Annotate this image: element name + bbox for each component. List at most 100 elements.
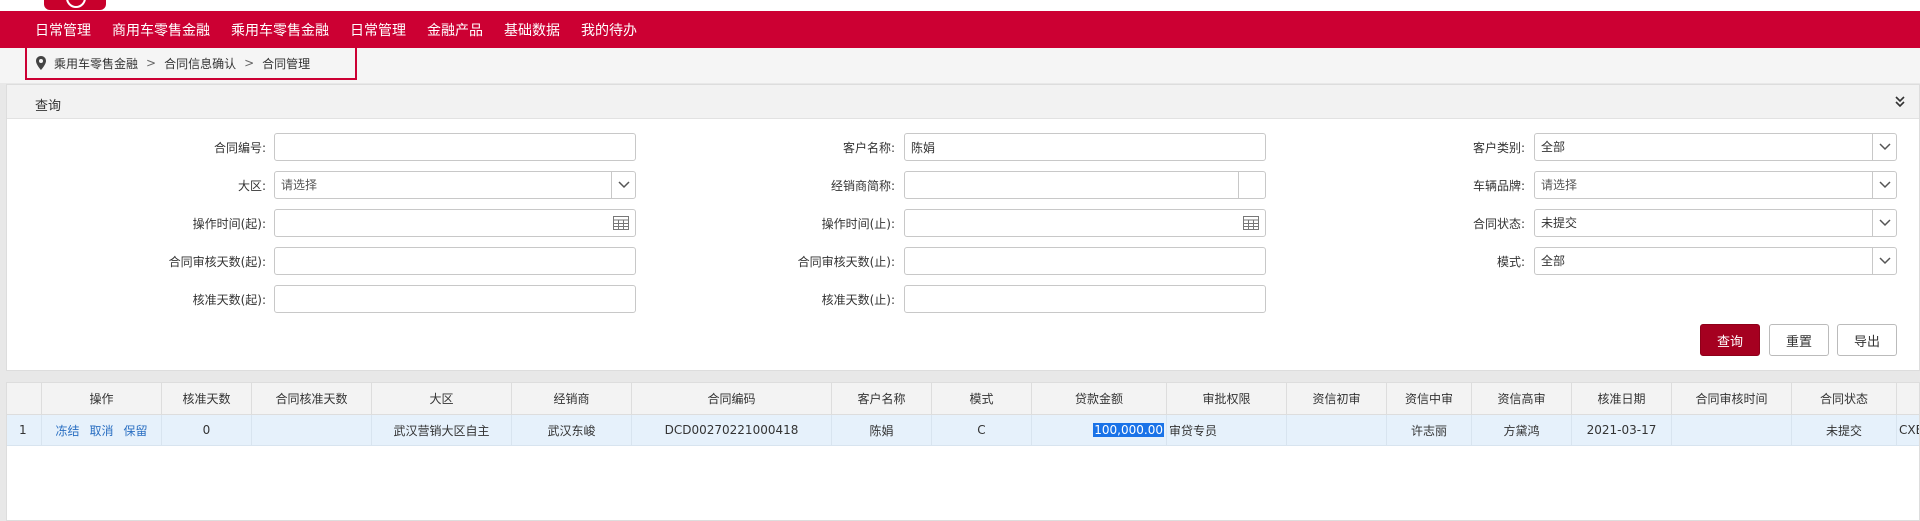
cell-region: 武汉营销大区自主 — [372, 415, 512, 445]
approve-days-start-input[interactable] — [274, 285, 636, 313]
header-cell[interactable]: 合同审核时间 — [1672, 383, 1792, 414]
customer-name-label: 客户名称: — [842, 141, 895, 155]
contract-status-select-value: 未提交 — [1541, 216, 1578, 230]
freeze-link[interactable]: 冻结 — [55, 422, 79, 439]
review-days-end-input[interactable] — [904, 247, 1266, 275]
header-cell[interactable]: 客户名称 — [832, 383, 932, 414]
contract-no-input[interactable] — [274, 133, 636, 161]
region-select[interactable]: 请选择 — [274, 171, 636, 199]
op-time-end-input[interactable] — [904, 209, 1266, 237]
row-index: 1 — [7, 415, 42, 445]
cell-mode: C — [932, 415, 1032, 445]
customer-type-select[interactable]: 全部 — [1534, 133, 1897, 161]
chevron-down-icon[interactable] — [1872, 210, 1896, 236]
breadcrumb-separator: > — [146, 56, 157, 70]
location-pin-icon — [36, 56, 46, 70]
contract-table: 操作 核准天数 合同核准天数 大区 经销商 合同编码 客户名称 模式 贷款金额 … — [6, 382, 1920, 521]
header-index — [7, 383, 42, 414]
query-panel-header: 查询 — [7, 85, 1919, 119]
header-cell[interactable]: 模式 — [932, 383, 1032, 414]
customer-name-input[interactable] — [904, 133, 1266, 161]
chevron-down-icon[interactable] — [1872, 172, 1896, 198]
op-time-end-label: 操作时间(止): — [821, 217, 895, 231]
review-days-start-label: 合同审核天数(起): — [168, 255, 266, 269]
breadcrumb: 乘用车零售金融 > 合同信息确认 > 合同管理 — [25, 46, 357, 80]
cell-credit-first — [1287, 415, 1387, 445]
nav-item-basic-data[interactable]: 基础数据 — [504, 20, 560, 40]
export-button[interactable]: 导出 — [1837, 324, 1897, 356]
table-row[interactable]: 1 冻结 取消 保留 0 武汉营销大区自主 武汉东峻 DCD0027022100… — [7, 415, 1919, 446]
approve-days-start-label: 核准天数(起): — [192, 293, 266, 307]
nav-item-daily-2[interactable]: 日常管理 — [350, 20, 406, 40]
top-strip — [0, 0, 1920, 11]
region-label: 大区: — [237, 179, 266, 193]
nav-item-commercial[interactable]: 商用车零售金融 — [112, 20, 210, 40]
breadcrumb-item[interactable]: 合同信息确认 — [164, 55, 236, 72]
chevron-down-icon[interactable] — [1872, 134, 1896, 160]
cell-status: 未提交 — [1792, 415, 1897, 445]
op-time-start-input[interactable] — [274, 209, 636, 237]
contract-status-label: 合同状态: — [1472, 217, 1525, 231]
review-days-start-input[interactable] — [274, 247, 636, 275]
calendar-icon[interactable] — [1243, 216, 1259, 230]
header-cell[interactable]: 经销商 — [512, 383, 632, 414]
cancel-link[interactable]: 取消 — [89, 422, 113, 439]
query-panel-title: 查询 — [35, 99, 62, 114]
cell-contract-approve-days — [252, 415, 372, 445]
table-header: 操作 核准天数 合同核准天数 大区 经销商 合同编码 客户名称 模式 贷款金额 … — [7, 383, 1919, 415]
nav-item-passenger[interactable]: 乘用车零售金融 — [231, 20, 329, 40]
contract-status-select[interactable]: 未提交 — [1534, 209, 1897, 237]
dealer-short-label: 经销商简称: — [830, 179, 895, 193]
logo — [44, 0, 106, 10]
header-cell[interactable]: 审批权限 — [1167, 383, 1287, 414]
nav-item-products[interactable]: 金融产品 — [427, 20, 483, 40]
header-cell[interactable]: 大区 — [372, 383, 512, 414]
approve-days-end-label: 核准天数(止): — [821, 293, 895, 307]
header-cell[interactable]: 合同核准天数 — [252, 383, 372, 414]
brand-label: 车辆品牌: — [1472, 179, 1525, 193]
nav-item-todo[interactable]: 我的待办 — [581, 20, 637, 40]
header-cell[interactable]: 资信初审 — [1287, 383, 1387, 414]
header-cell[interactable]: 核准天数 — [162, 383, 252, 414]
cell-review-time — [1672, 415, 1792, 445]
chevron-down-icon[interactable] — [1872, 248, 1896, 274]
header-cell[interactable]: 贷款金额 — [1032, 383, 1167, 414]
header-cell[interactable]: 资信中审 — [1387, 383, 1472, 414]
breadcrumb-separator: > — [244, 56, 255, 70]
cell-credit-high: 方黛鸿 — [1472, 415, 1572, 445]
collapse-icon[interactable] — [1893, 94, 1907, 108]
main-nav: 日常管理 商用车零售金融 乘用车零售金融 日常管理 金融产品 基础数据 我的待办 — [0, 11, 1920, 48]
mode-select-value: 全部 — [1541, 254, 1566, 268]
brand-select-value: 请选择 — [1541, 178, 1578, 192]
chevron-down-icon[interactable] — [611, 172, 635, 198]
op-time-start-label: 操作时间(起): — [192, 217, 266, 231]
keep-link[interactable]: 保留 — [124, 422, 148, 439]
calendar-icon[interactable] — [613, 216, 629, 230]
header-cell[interactable]: 资信高审 — [1472, 383, 1572, 414]
cell-loan-amount: 100,000.00 — [1032, 415, 1167, 445]
cell-dealer: 武汉东峻 — [512, 415, 632, 445]
breadcrumb-item[interactable]: 乘用车零售金融 — [54, 55, 138, 72]
search-button[interactable]: 查询 — [1700, 324, 1760, 356]
cell-overflow: CXB — [1899, 423, 1919, 437]
header-cell[interactable]: 合同状态 — [1792, 383, 1897, 414]
loan-amount-selected-text: 100,000.00 — [1093, 423, 1164, 437]
input-divider — [1238, 172, 1239, 198]
approve-days-end-input[interactable] — [904, 285, 1266, 313]
mode-label: 模式: — [1496, 255, 1525, 269]
review-days-end-label: 合同审核天数(止): — [797, 255, 895, 269]
header-cell[interactable]: 核准日期 — [1572, 383, 1672, 414]
header-cell: 操作 — [42, 383, 162, 414]
cell-customer: 陈娟 — [832, 415, 932, 445]
reset-button[interactable]: 重置 — [1769, 324, 1829, 356]
header-cell[interactable]: 合同编码 — [632, 383, 832, 414]
row-actions: 冻结 取消 保留 — [42, 415, 162, 445]
nav-item-daily-1[interactable]: 日常管理 — [35, 20, 91, 40]
customer-type-select-value: 全部 — [1541, 140, 1566, 154]
cell-contract-code: DCD00270221000418 — [632, 415, 832, 445]
dealer-short-input[interactable] — [904, 171, 1266, 199]
cell-approve-date: 2021-03-17 — [1572, 415, 1672, 445]
breadcrumb-item-current: 合同管理 — [262, 56, 311, 71]
brand-select[interactable]: 请选择 — [1534, 171, 1897, 199]
mode-select[interactable]: 全部 — [1534, 247, 1897, 275]
